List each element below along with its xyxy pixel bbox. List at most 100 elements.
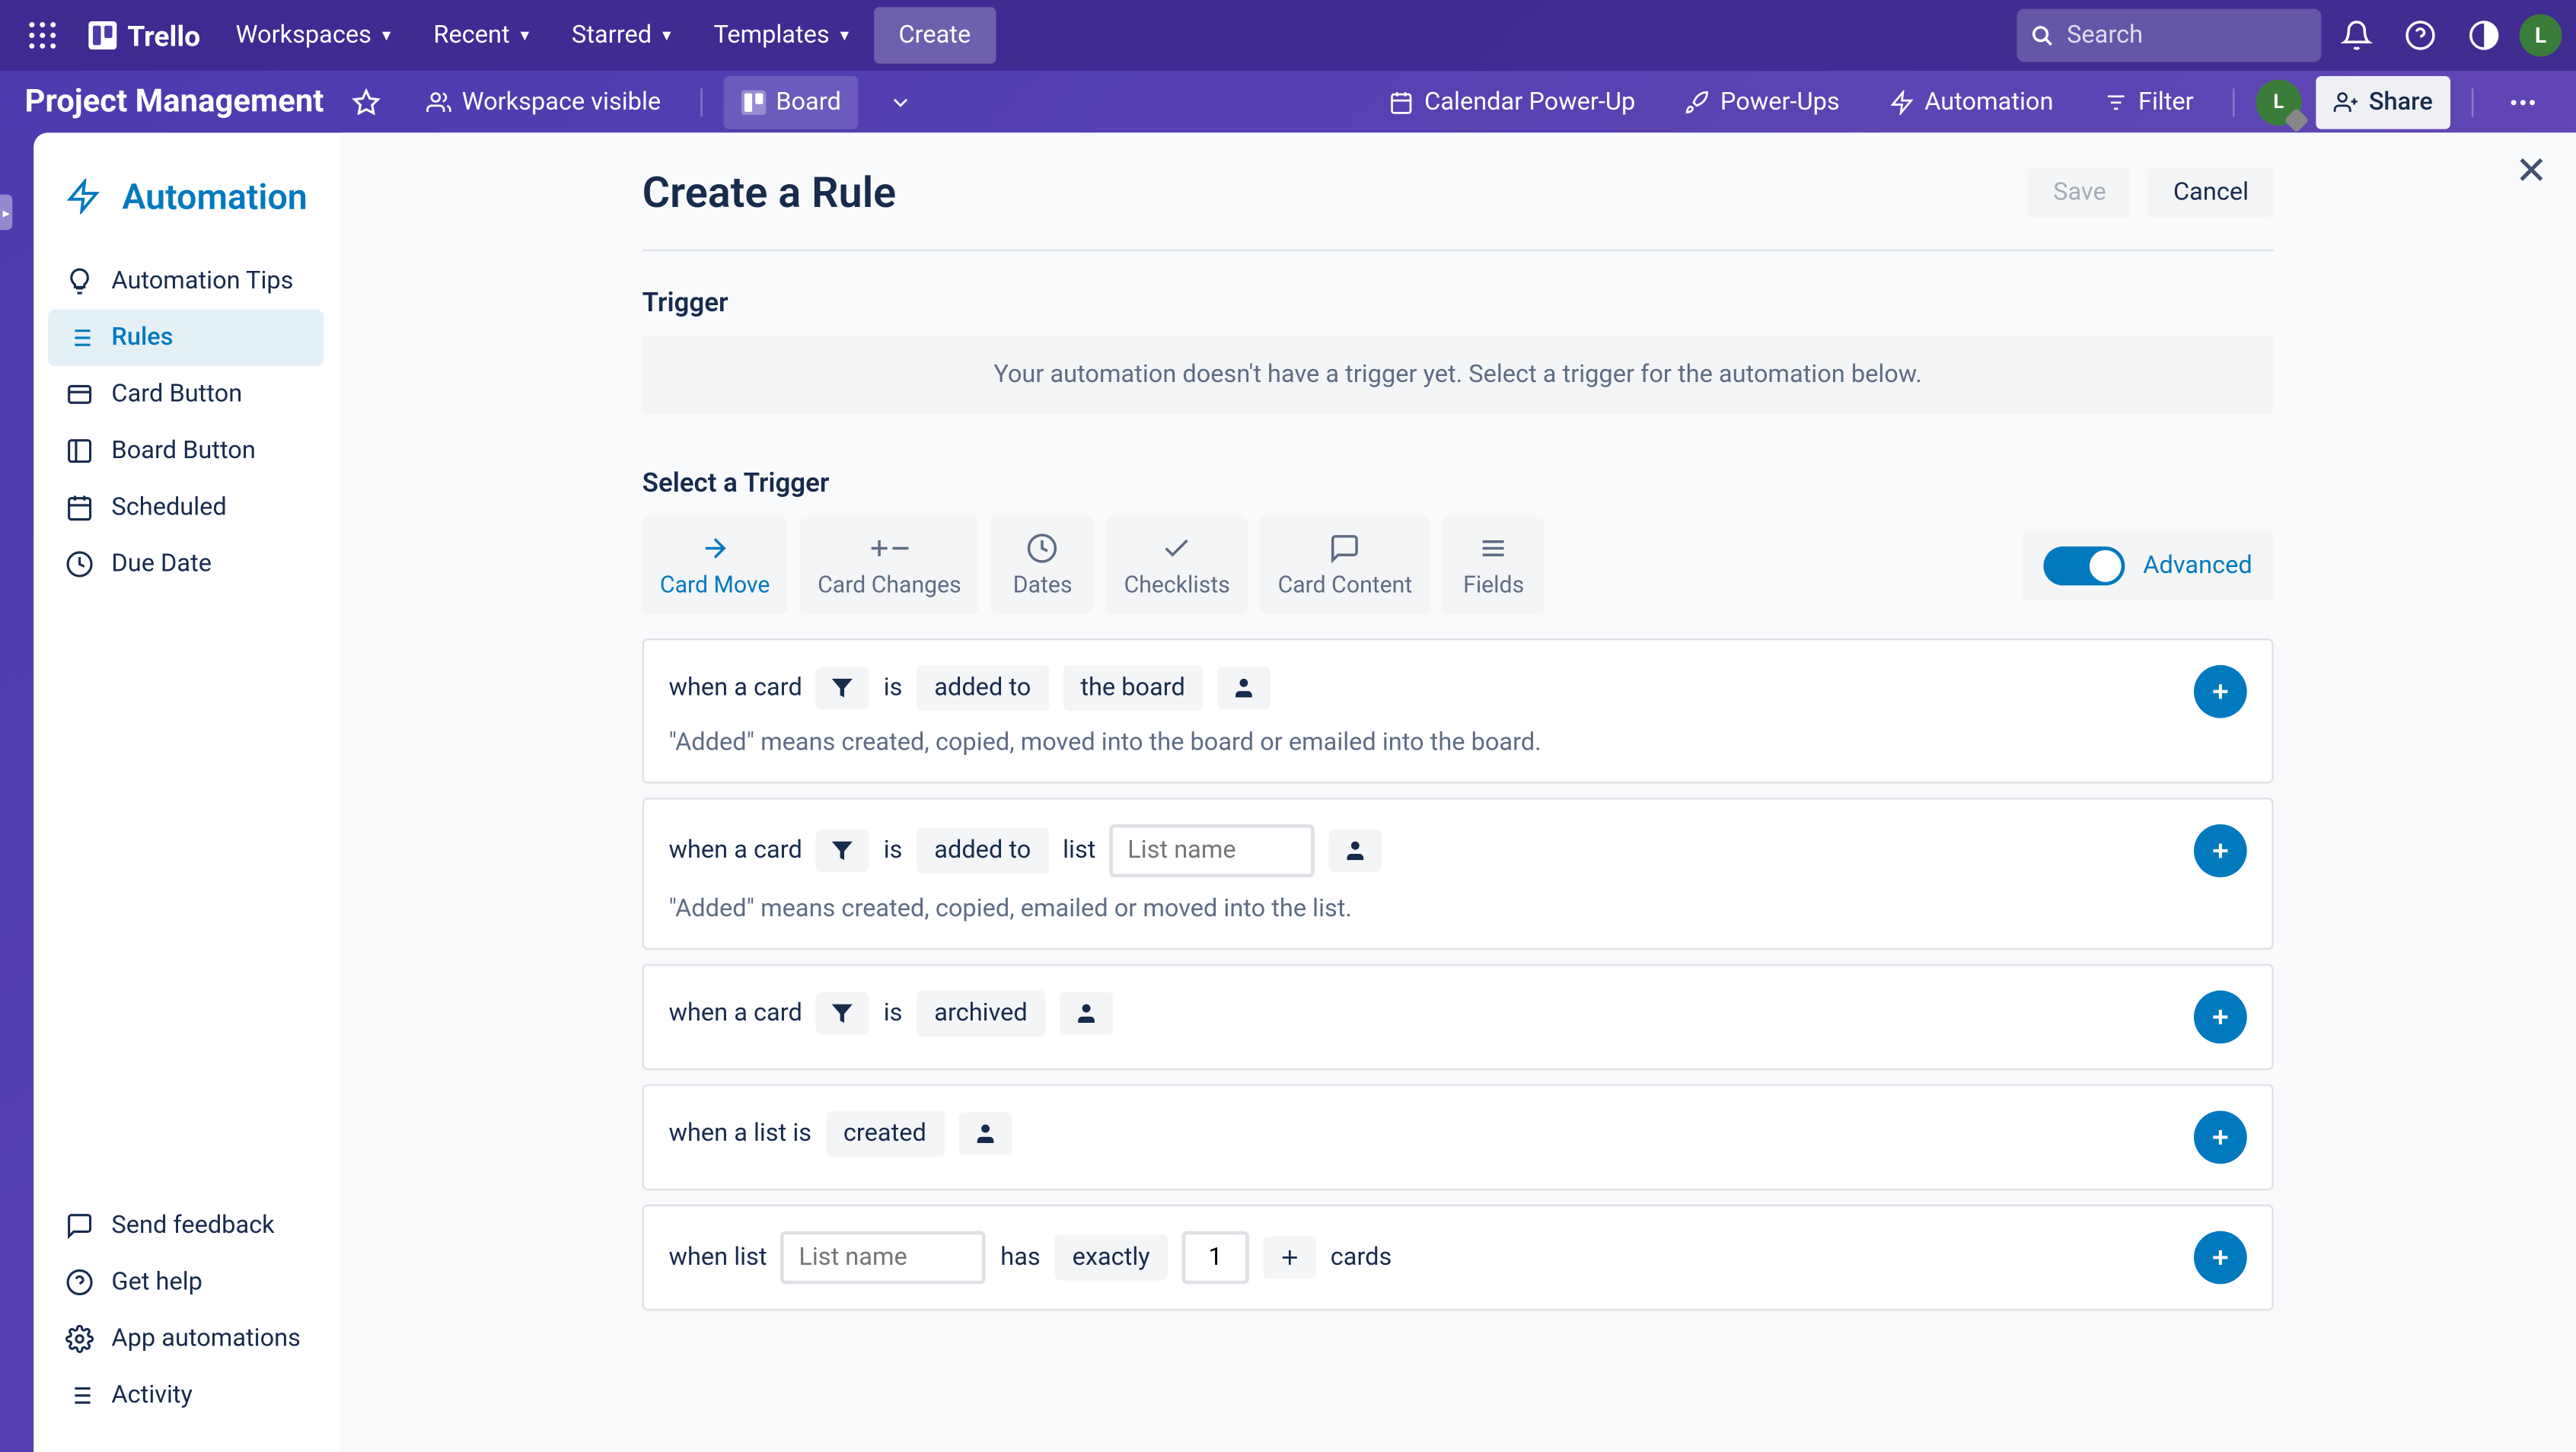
sidebar-item-label: Board Button — [111, 437, 255, 465]
add-trigger-button[interactable] — [2194, 1111, 2247, 1164]
sidebar-item-board-button[interactable]: Board Button — [48, 422, 324, 479]
trigger-tabs: Card Move Card Changes Dates Checklists … — [642, 517, 2274, 614]
filter-button[interactable]: Filter — [2085, 75, 2211, 129]
save-button[interactable]: Save — [2029, 168, 2131, 218]
tab-card-move[interactable]: Card Move — [642, 517, 788, 614]
board-view-button[interactable]: Board — [722, 75, 859, 129]
list-name-input[interactable] — [781, 1231, 987, 1285]
arrow-right-icon — [697, 530, 732, 565]
trello-logo[interactable]: Trello — [78, 18, 211, 52]
powerups-button[interactable]: Power-Ups — [1667, 75, 1857, 129]
filter-icon — [2103, 89, 2128, 114]
sidebar-item-scheduled[interactable]: Scheduled — [48, 479, 324, 536]
share-button[interactable]: Share — [2316, 75, 2450, 129]
advanced-toggle-row: Advanced — [2023, 531, 2273, 598]
sidebar-expand-tab[interactable]: ▸ — [0, 195, 12, 230]
sidebar-item-activity[interactable]: Activity — [48, 1368, 324, 1424]
help-icon[interactable] — [2392, 7, 2448, 63]
search-input[interactable] — [2067, 21, 2307, 49]
tab-card-content[interactable]: Card Content — [1260, 517, 1430, 614]
automation-sidebar: Automation Automation Tips Rules Card Bu… — [33, 132, 340, 1452]
recent-menu[interactable]: Recent▾ — [416, 7, 547, 63]
condition-chip[interactable]: exactly — [1054, 1234, 1168, 1280]
user-chip[interactable] — [1217, 667, 1270, 709]
sidebar-item-app-automations[interactable]: App automations — [48, 1310, 324, 1367]
action-chip[interactable]: added to — [917, 665, 1048, 711]
search-box[interactable] — [2017, 9, 2322, 62]
plus-chip[interactable] — [1263, 1237, 1316, 1279]
user-chip[interactable] — [1329, 829, 1382, 872]
clock-icon — [65, 550, 94, 578]
tab-dates[interactable]: Dates — [991, 517, 1094, 614]
tab-checklists[interactable]: Checklists — [1106, 517, 1248, 614]
add-trigger-button[interactable] — [2194, 665, 2247, 718]
select-trigger-label: Select a Trigger — [642, 467, 2274, 499]
bolt-icon — [1889, 89, 1914, 114]
sidebar-title: Automation — [48, 161, 324, 232]
action-chip[interactable]: archived — [917, 991, 1045, 1036]
cancel-button[interactable]: Cancel — [2148, 168, 2273, 218]
filter-chip[interactable] — [816, 667, 869, 709]
action-chip[interactable]: created — [826, 1111, 944, 1157]
board-icon — [741, 89, 766, 114]
close-icon[interactable]: ✕ — [2515, 151, 2548, 195]
templates-menu[interactable]: Templates▾ — [696, 7, 866, 63]
create-button[interactable]: Create — [874, 7, 996, 63]
action-chip[interactable]: added to — [917, 828, 1048, 874]
theme-icon[interactable] — [2456, 7, 2512, 63]
trigger-option-list-created: when a list is created — [642, 1084, 2274, 1190]
tab-card-changes[interactable]: Card Changes — [800, 517, 979, 614]
add-trigger-button[interactable] — [2194, 1231, 2247, 1285]
workspace-visible-button[interactable]: Workspace visible — [409, 75, 678, 129]
page-title: Create a Rule — [642, 168, 897, 218]
board-title[interactable]: Project Management — [25, 83, 324, 120]
add-trigger-button[interactable] — [2194, 824, 2247, 877]
sidebar-item-due-date[interactable]: Due Date — [48, 536, 324, 592]
sidebar-item-label: Automation Tips — [111, 267, 293, 295]
user-plus-icon — [2333, 89, 2358, 114]
lightbulb-icon — [65, 267, 94, 295]
filter-chip[interactable] — [816, 992, 869, 1035]
count-input[interactable] — [1181, 1231, 1248, 1285]
chevron-down-icon: ▾ — [840, 26, 850, 46]
sidebar-item-rules[interactable]: Rules — [48, 310, 324, 366]
divider — [2233, 88, 2234, 116]
advanced-toggle[interactable] — [2044, 546, 2125, 584]
people-icon — [426, 89, 451, 114]
target-chip[interactable]: the board — [1063, 665, 1203, 711]
member-avatar[interactable]: L — [2256, 78, 2301, 124]
list-name-input[interactable] — [1110, 824, 1315, 877]
board-header: Project Management Workspace visible Boa… — [0, 71, 2576, 132]
user-chip[interactable] — [1060, 992, 1113, 1035]
tab-fields[interactable]: Fields — [1443, 517, 1545, 614]
star-icon[interactable] — [338, 73, 394, 129]
add-trigger-button[interactable] — [2194, 991, 2247, 1044]
sidebar-item-feedback[interactable]: Send feedback — [48, 1197, 324, 1253]
board-menu-icon[interactable] — [2495, 73, 2551, 129]
help-icon — [65, 1268, 94, 1296]
starred-menu[interactable]: Starred▾ — [554, 7, 689, 63]
view-switcher-icon[interactable] — [873, 73, 929, 129]
user-chip[interactable] — [958, 1113, 1012, 1155]
divider — [700, 88, 701, 116]
sidebar-item-card-button[interactable]: Card Button — [48, 366, 324, 422]
calendar-icon — [65, 493, 94, 521]
rocket-icon — [1685, 89, 1710, 114]
notifications-icon[interactable] — [2329, 7, 2385, 63]
sidebar-item-tips[interactable]: Automation Tips — [48, 253, 324, 309]
filter-chip[interactable] — [816, 829, 869, 872]
workspaces-menu[interactable]: Workspaces▾ — [218, 7, 408, 63]
activity-icon — [65, 1381, 94, 1409]
user-avatar[interactable]: L — [2520, 14, 2562, 57]
sidebar-item-help[interactable]: Get help — [48, 1254, 324, 1310]
sidebar-item-label: Scheduled — [111, 493, 226, 521]
app-switcher-icon[interactable] — [14, 7, 71, 63]
automation-button[interactable]: Automation — [1871, 75, 2071, 129]
calendar-powerup-button[interactable]: Calendar Power-Up — [1371, 75, 1653, 129]
trigger-option-list-has-cards: when list has exactly cards — [642, 1205, 2274, 1310]
automation-content: ✕ Create a Rule Save Cancel Trigger Your… — [340, 132, 2576, 1452]
card-icon — [65, 381, 94, 409]
list-icon — [65, 323, 94, 352]
message-icon — [65, 1212, 94, 1240]
plus-minus-icon — [866, 530, 912, 565]
